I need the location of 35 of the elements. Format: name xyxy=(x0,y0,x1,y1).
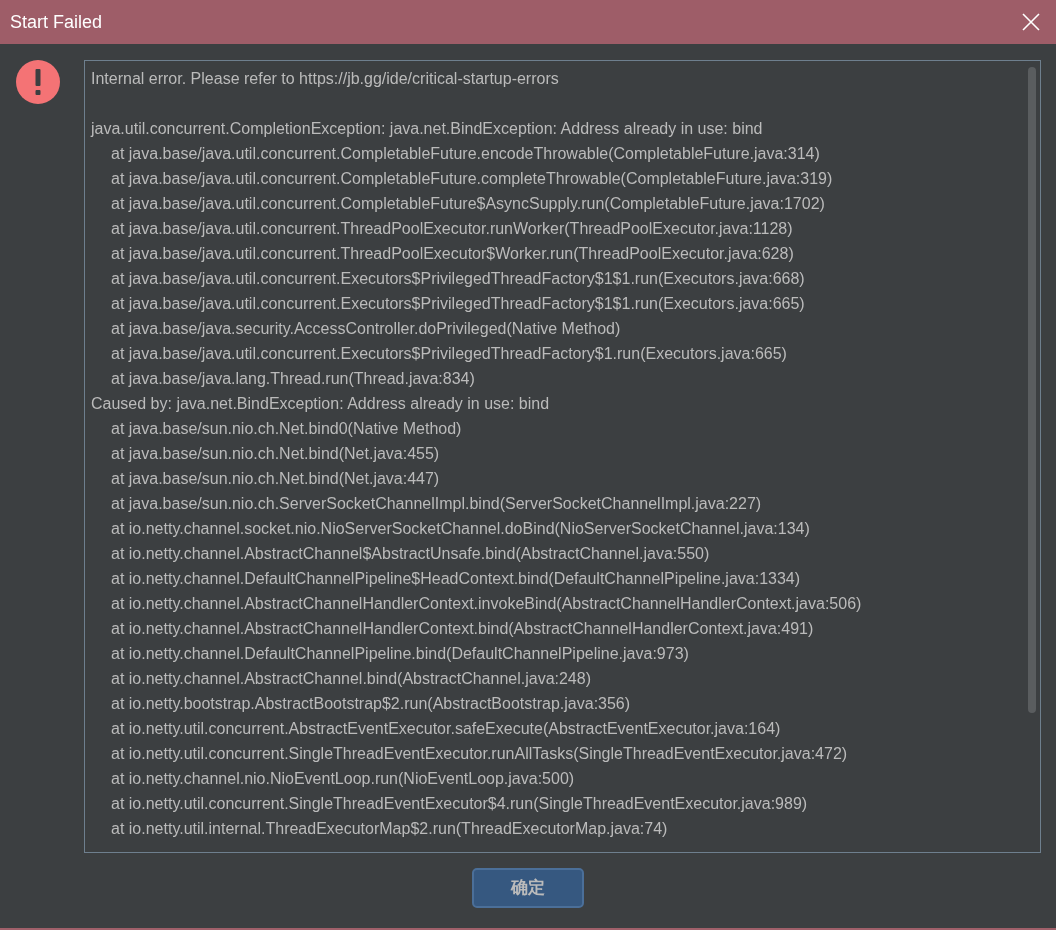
stack-trace-line: at io.netty.channel.nio.NioEventLoop.run(NioEventLoop.java:500) xyxy=(111,770,575,787)
stack-trace-line: at java.base/java.util.concurrent.CompletableFuture$AsyncSupply.run(CompletableFuture.java:1702) xyxy=(111,195,825,212)
stack-trace-line: at io.netty.channel.AbstractChannelHandlerContext.invokeBind(AbstractChannelHandlerContext.java:506) xyxy=(111,595,862,612)
stack-trace-line: at io.netty.util.concurrent.SingleThreadEventExecutor.runAllTasks(SingleThreadEventExecutor.java:472) xyxy=(111,745,848,762)
stack-trace-line: at java.base/java.lang.Thread.run(Thread.java:834) xyxy=(111,370,475,387)
stack-trace-line: at java.base/java.util.concurrent.CompletableFuture.encodeThrowable(CompletableFuture.java:314) xyxy=(111,145,820,162)
stack-trace-line: at io.netty.channel.AbstractChannel$AbstractUnsafe.bind(AbstractChannel.java:550) xyxy=(111,545,710,562)
stack-trace-line: at io.netty.channel.AbstractChannel.bind(AbstractChannel.java:248) xyxy=(111,670,591,687)
stack-trace-line: at java.base/java.util.concurrent.Executors$PrivilegedThreadFactory$1$1.run(Executors.java:668) xyxy=(111,270,805,287)
scrollbar-thumb[interactable] xyxy=(1028,67,1036,713)
stack-trace-line: at java.base/java.util.concurrent.ThreadPoolExecutor.runWorker(ThreadPoolExecutor.java:1128) xyxy=(111,220,793,237)
stack-trace-line: at java.base/sun.nio.ch.Net.bind(Net.java:447) xyxy=(111,470,440,487)
exception-line: java.util.concurrent.CompletionException: java.net.BindException: Address already in use: bind xyxy=(91,120,763,137)
stack-trace-line: at java.base/java.util.concurrent.CompletableFuture.completeThrowable(CompletableFuture.java:319) xyxy=(111,170,833,187)
stack-trace-line: at java.base/java.util.concurrent.Executors$PrivilegedThreadFactory$1.run(Executors.java:665) xyxy=(111,345,787,362)
stack-trace-line: at java.base/java.security.AccessController.doPrivileged(Native Method) xyxy=(111,320,621,337)
close-icon[interactable] xyxy=(1022,13,1040,31)
error-message: Internal error. Please refer to https://jb.gg/ide/critical-startup-errors xyxy=(91,70,559,87)
stack-trace-line: at io.netty.channel.DefaultChannelPipeline$HeadContext.bind(DefaultChannelPipeline.java:1334) xyxy=(111,570,801,587)
window-title: Start Failed xyxy=(10,10,103,34)
stack-trace-line: at java.base/sun.nio.ch.Net.bind(Net.java:455) xyxy=(111,445,440,462)
stack-trace-line: at io.netty.channel.DefaultChannelPipeline.bind(DefaultChannelPipeline.java:973) xyxy=(111,645,689,662)
error-icon xyxy=(16,60,60,104)
exception-line: Caused by: java.net.BindException: Address already in use: bind xyxy=(91,395,550,412)
stack-trace-line: at io.netty.util.internal.ThreadExecutorMap$2.run(ThreadExecutorMap.java:74) xyxy=(111,820,668,837)
stack-trace-line: at java.base/sun.nio.ch.ServerSocketChannelImpl.bind(ServerSocketChannelImpl.java:227) xyxy=(111,495,762,512)
stack-trace-line: at io.netty.util.concurrent.AbstractEventExecutor.safeExecute(AbstractEventExecutor.java:164) xyxy=(111,720,781,737)
stack-trace-line: at io.netty.util.concurrent.SingleThreadEventExecutor$4.run(SingleThreadEventExecutor.java:989) xyxy=(111,795,808,812)
stack-trace-line: at io.netty.channel.AbstractChannelHandlerContext.bind(AbstractChannelHandlerContext.java:491) xyxy=(111,620,814,637)
ok-button[interactable]: 确定 xyxy=(472,868,584,908)
stack-trace-line: at io.netty.channel.socket.nio.NioServerSocketChannel.doBind(NioServerSocketChannel.java:134) xyxy=(111,520,810,537)
stack-trace-line: at io.netty.bootstrap.AbstractBootstrap$2.run(AbstractBootstrap.java:356) xyxy=(111,695,631,712)
stack-trace-line: at java.base/java.util.concurrent.ThreadPoolExecutor$Worker.run(ThreadPoolExecutor.java:628) xyxy=(111,245,794,262)
stack-trace-line: at java.base/sun.nio.ch.Net.bind0(Native Method) xyxy=(111,420,462,437)
stack-trace-line: at java.base/java.util.concurrent.Executors$PrivilegedThreadFactory$1$1.run(Executors.java:665) xyxy=(111,295,805,312)
